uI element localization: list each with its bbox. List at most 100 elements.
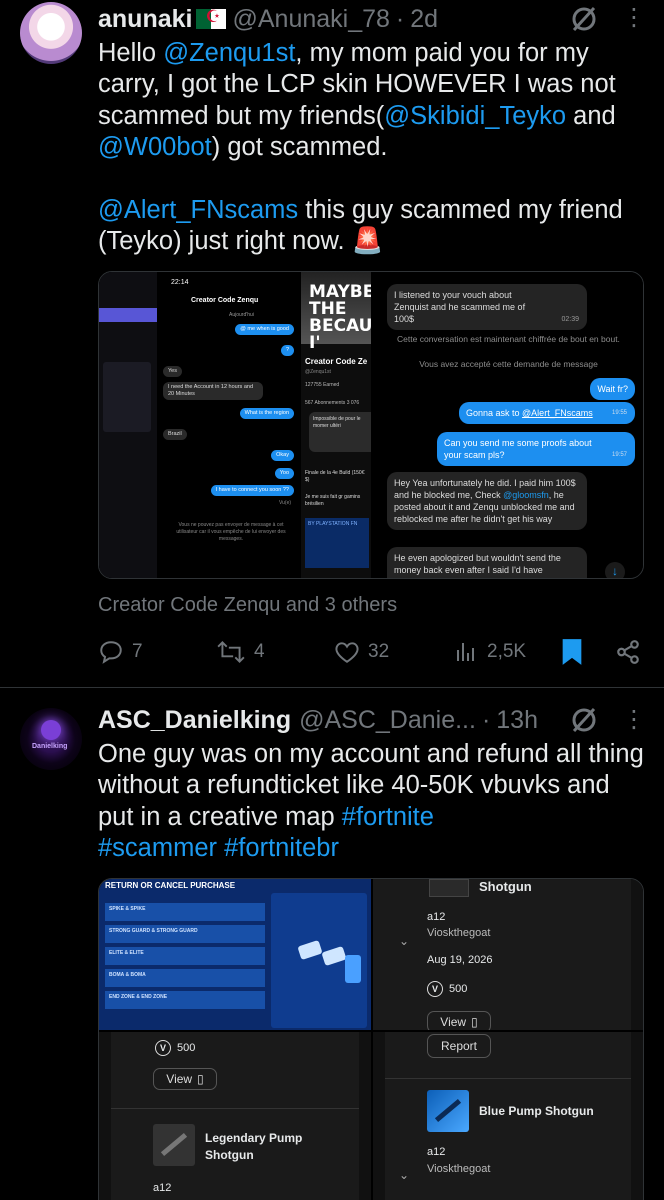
handle[interactable]: @Anunaki_78 — [232, 5, 389, 34]
refund-title: RETURN OR CANCEL PURCHASE — [105, 881, 236, 890]
chevron-down-icon[interactable]: ⌄ — [399, 1168, 409, 1182]
mention-link[interactable]: @Skibidi_Teyko — [384, 102, 566, 130]
display-name[interactable]: ASC_Danielking — [98, 706, 291, 735]
chat-title: Creator Code Zenqu — [191, 297, 259, 304]
post-text: Je me suis fait gr gamins brésilien — [305, 494, 361, 507]
report-button[interactable]: Report — [427, 1034, 491, 1058]
media-image-4[interactable]: Report Blue Pump Shotgun a12 Vioskthegoa… — [373, 1032, 643, 1200]
analytics-icon — [457, 643, 474, 661]
profile-stats: 567 Abonnements 3 076 — [305, 400, 360, 406]
reply-count: 7 — [132, 641, 143, 662]
tweet-media-grid[interactable]: 22:14 Creator Code Zenqu Aujourd'hui @ m… — [98, 271, 644, 579]
document-icon: ▯ — [197, 1072, 204, 1086]
vbucks-icon: V — [155, 1040, 171, 1056]
mention-link[interactable]: @Alert_FNscams — [98, 196, 298, 224]
views-button[interactable]: 2,5K — [453, 640, 526, 664]
timestamp[interactable]: 2d — [410, 5, 438, 34]
refund-row: END ZONE & END ZONE — [105, 991, 265, 1009]
document-icon: ▯ — [471, 1015, 478, 1029]
encryption-notice: Cette conversation est maintenant chiffr… — [397, 334, 620, 344]
share-icon[interactable] — [615, 639, 641, 665]
message-bubble: Wait fr? — [590, 378, 635, 400]
blocked-notice: Vous ne pouvez pas envoyer de message à … — [176, 522, 286, 542]
tweet-header: ASC_Danielking @ASC_Danie... · 13h — [98, 703, 538, 737]
purchase-date: Aug 19, 2026 — [427, 954, 493, 966]
media-image-2[interactable]: Shotgun a12 ⌄ Vioskthegoat Aug 19, 2026 … — [373, 879, 643, 1030]
media-image-1[interactable]: 22:14 Creator Code Zenqu Aujourd'hui @ m… — [99, 272, 300, 578]
chat-date: Aujourd'hui — [229, 312, 254, 318]
banner-text: MAYBE THE BECAUSE I' — [309, 282, 371, 353]
request-accepted-notice: Vous avez accepté cette demande de messa… — [419, 359, 598, 369]
message-bubble: I listened to your vouch about Zenquist … — [387, 284, 587, 330]
post-text: Finale de la 4e Build (150€ $) — [305, 470, 365, 483]
media-image-2[interactable]: MAYBE THE BECAUSE I' Creator Code Ze @Ze… — [301, 272, 371, 578]
item-thumbnail — [153, 1124, 195, 1166]
tweet-header: anunaki @Anunaki_78 · 2d — [98, 2, 438, 36]
like-button[interactable]: 32 — [334, 640, 389, 664]
more-options-icon[interactable]: ⋮ — [622, 708, 646, 732]
price: V 500 — [155, 1040, 195, 1056]
action-bar: 7 4 32 2,5K — [98, 637, 644, 667]
tweet-text: Hello @Zenqu1st, my mom paid you for my … — [98, 39, 630, 256]
message-bubble: @ me when is good — [235, 324, 294, 335]
tweet-divider — [0, 687, 664, 688]
mention-link[interactable]: @Zenqu1st — [163, 39, 295, 67]
chevron-down-icon[interactable]: ⌄ — [399, 934, 409, 948]
grok-icon[interactable] — [569, 4, 599, 34]
timestamp[interactable]: 13h — [496, 706, 538, 735]
like-count: 32 — [368, 641, 390, 662]
message-bubble: Okay — [271, 450, 294, 461]
media-tags[interactable]: Creator Code Zenqu and 3 others — [98, 594, 397, 617]
user-link[interactable]: a12 — [427, 1146, 445, 1158]
view-button[interactable]: View ▯ — [427, 1011, 491, 1030]
display-name[interactable]: anunaki — [98, 5, 192, 34]
item-name: Blue Pump Shotgun — [479, 1104, 594, 1118]
avatar[interactable] — [20, 2, 82, 64]
post-image: BY PLAYSTATION FN — [305, 518, 369, 568]
message-bubble: Gonna ask to @Alert_FNscams 19:55 — [459, 402, 635, 424]
message-bubble: ? — [280, 345, 294, 356]
message-bubble: I need the Account in 12 hours and 20 Mi… — [163, 382, 263, 400]
vbucks-icon: V — [427, 981, 443, 997]
message-bubble: Yoo — [274, 468, 294, 479]
avatar[interactable]: Danielking — [20, 708, 82, 770]
popup-dialog: Impossible de pour le momer ultéri — [309, 412, 371, 452]
message-bubble: I have to connect you soon ?? — [210, 485, 294, 496]
hashtag-link[interactable]: #fortnitebr — [224, 834, 339, 862]
seen-label: Vu(e) — [279, 500, 292, 506]
bookmark-icon[interactable] — [560, 638, 584, 666]
mention-link[interactable]: @W00bot — [98, 133, 212, 161]
repost-button[interactable]: 4 — [216, 639, 265, 665]
media-image-3[interactable]: V 500 View ▯ Legendary Pump Shotgun a12 — [99, 1032, 371, 1200]
media-image-1[interactable]: RETURN OR CANCEL PURCHASE SPIKE & SPIKE S… — [99, 879, 371, 1030]
view-button[interactable]: View ▯ — [153, 1068, 217, 1090]
hashtag-link[interactable]: #fortnite — [342, 803, 434, 831]
price: V 500 — [427, 981, 467, 997]
message-bubble: He even apologized but wouldn't send the… — [387, 547, 587, 578]
grok-icon[interactable] — [569, 705, 599, 735]
user-link[interactable]: a12 — [427, 911, 445, 923]
separator-dot: · — [395, 4, 405, 33]
media-image-3[interactable]: I listened to your vouch about Zenquist … — [372, 272, 643, 578]
seller-name: Vioskthegoat — [427, 1163, 491, 1175]
more-options-icon[interactable]: ⋮ — [622, 6, 646, 30]
algeria-flag-icon — [196, 7, 227, 29]
scroll-down-icon[interactable]: ↓ — [605, 562, 625, 578]
handle[interactable]: @ASC_Danie... — [299, 706, 476, 735]
refund-row: BOMA & BOMA — [105, 969, 265, 987]
message-bubble: Brazil — [163, 429, 187, 440]
hashtag-link[interactable]: #scammer — [98, 834, 217, 862]
separator-dot: · — [481, 705, 491, 734]
message-bubble: Yes — [163, 366, 182, 377]
reply-icon — [100, 641, 122, 664]
item-name: Shotgun — [479, 879, 532, 894]
repost-count: 4 — [254, 641, 265, 662]
reply-button[interactable]: 7 — [98, 639, 143, 665]
refund-row: SPIKE & SPIKE — [105, 903, 265, 921]
view-count: 2,5K — [487, 641, 527, 662]
user-link[interactable]: a12 — [153, 1182, 171, 1194]
tweet-media-grid[interactable]: RETURN OR CANCEL PURCHASE SPIKE & SPIKE S… — [98, 878, 644, 1200]
message-bubble: Hey Yea unfortunately he did. I paid him… — [387, 472, 587, 530]
status-time: 22:14 — [171, 279, 189, 286]
item-name: Legendary Pump Shotgun — [205, 1131, 303, 1162]
